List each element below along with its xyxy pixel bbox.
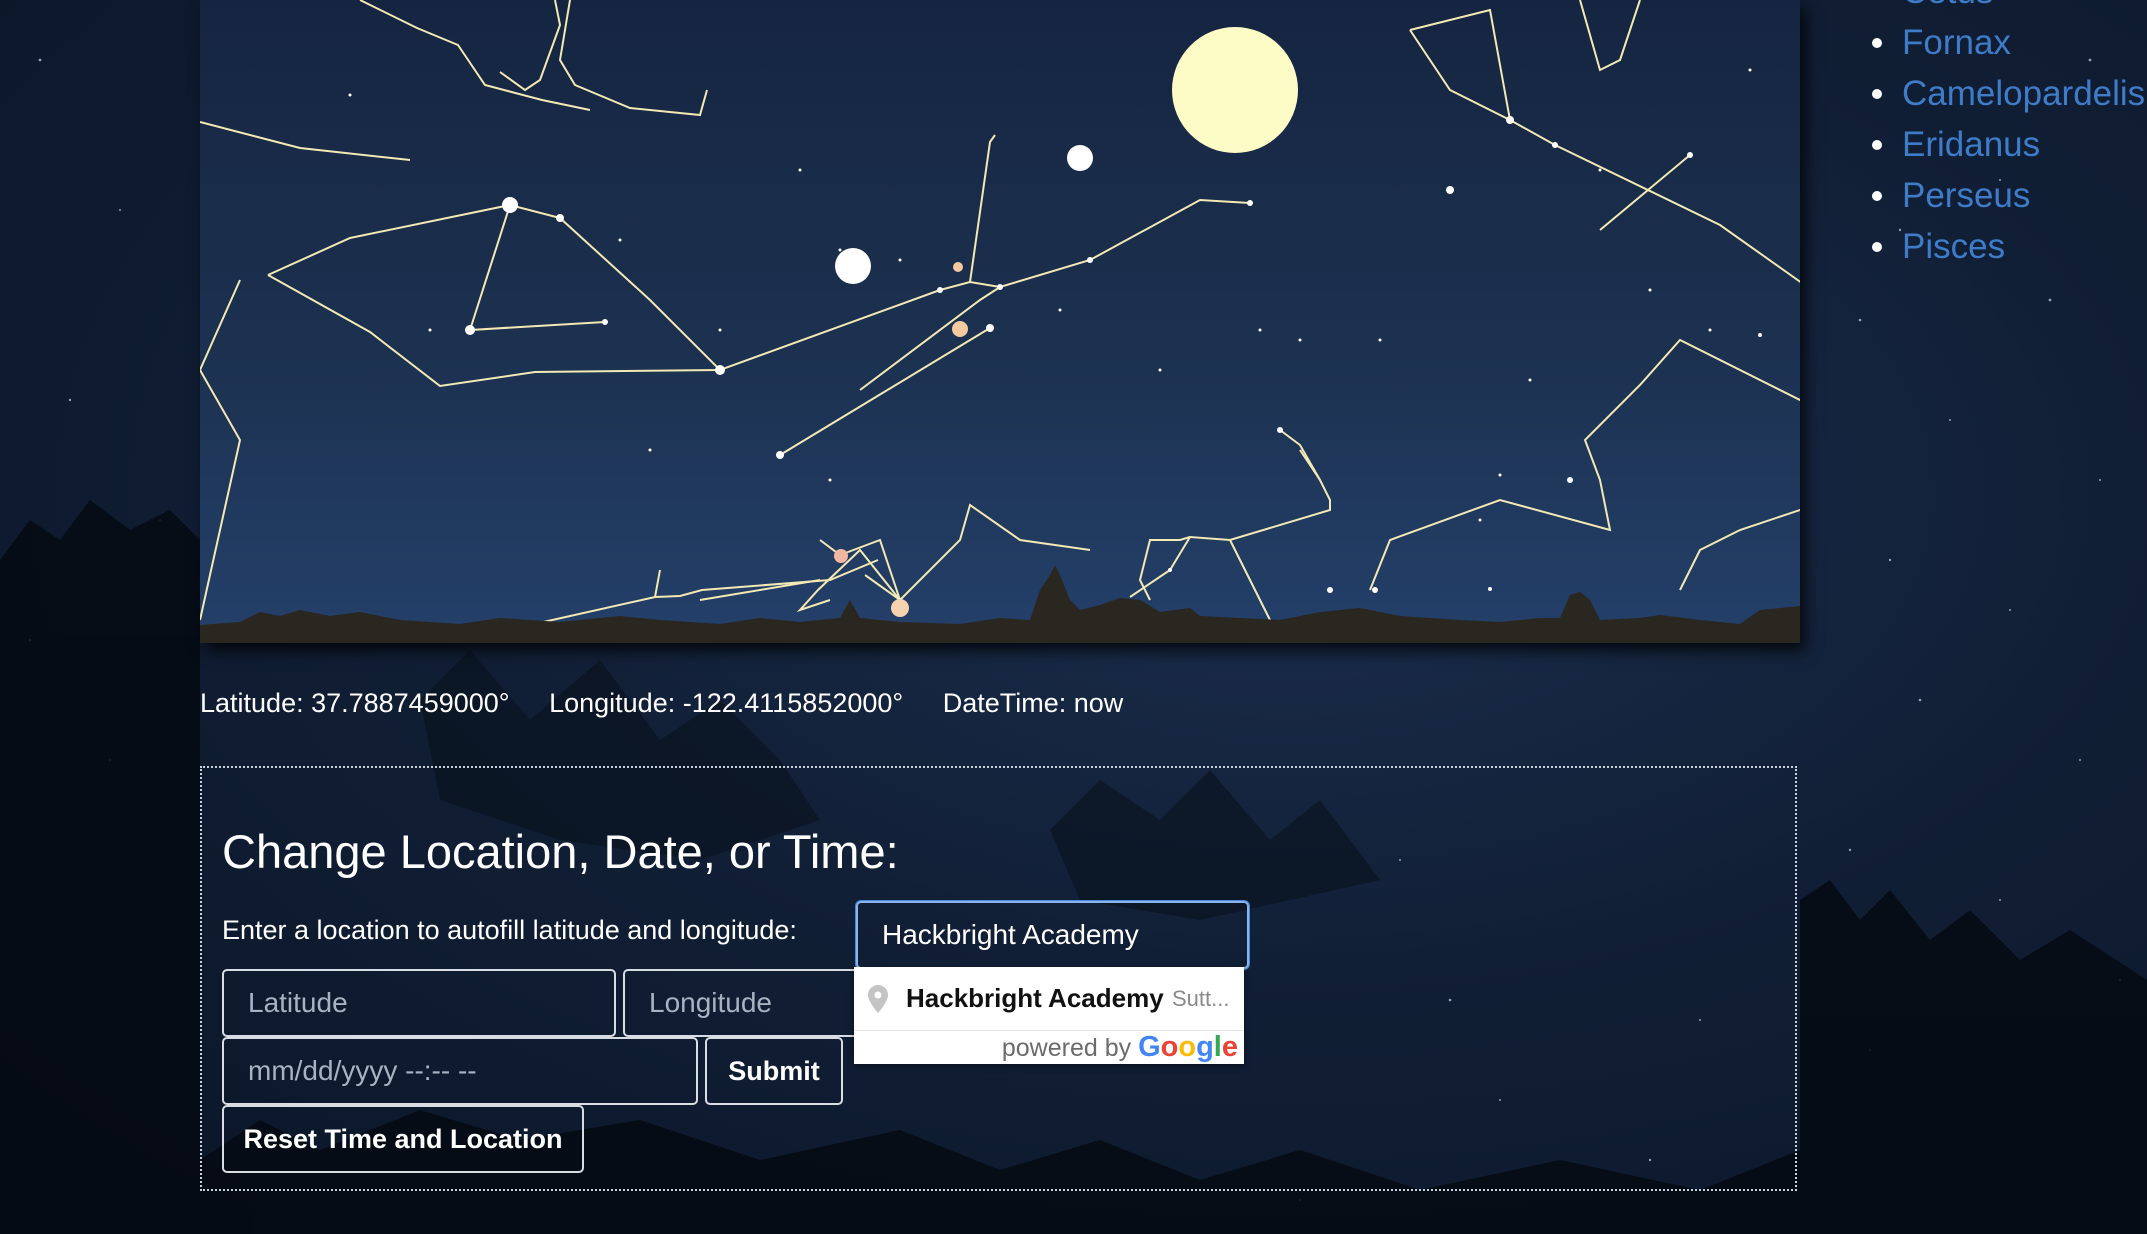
constellation-item[interactable]: Cetus	[1872, 0, 2145, 17]
constellation-item[interactable]: Eridanus	[1872, 119, 2145, 170]
planet-orange	[952, 321, 968, 337]
powered-by-label: powered by	[1001, 1034, 1132, 1062]
latitude-readout: Latitude: 37.7887459000°	[200, 688, 510, 718]
constellation-item[interactable]: Perseus	[1872, 170, 2145, 221]
constellation-link[interactable]: Camelopardelis	[1902, 74, 2145, 113]
planet-tan	[891, 599, 909, 617]
planet-red	[834, 549, 848, 563]
suggestion-main-text: Hackbright Academy	[906, 983, 1164, 1013]
planet-orange-small	[953, 262, 963, 272]
sky-map-canvas	[200, 0, 1800, 643]
suggestion-secondary-text: Sutt...	[1172, 986, 1230, 1011]
datetime-readout: DateTime: now	[942, 688, 1124, 718]
constellation-link[interactable]: Cetus	[1902, 0, 1993, 11]
planet-white-large	[1067, 145, 1093, 171]
latitude-input[interactable]	[222, 969, 616, 1037]
constellation-list: Cetus Fornax Camelopardelis Eridanus Per…	[1872, 0, 2145, 272]
constellation-lines	[200, 0, 1800, 626]
constellation-item[interactable]: Fornax	[1872, 17, 2145, 68]
location-label: Enter a location to autofill latitude an…	[222, 915, 797, 945]
google-logo: Google	[1138, 1031, 1238, 1063]
constellation-link[interactable]: Eridanus	[1902, 125, 2040, 164]
autocomplete-suggestion[interactable]: Hackbright Academy Sutt...	[854, 967, 1244, 1031]
constellation-link[interactable]: Pisces	[1902, 227, 2005, 266]
map-pin-icon	[868, 985, 888, 1013]
constellation-item[interactable]: Camelopardelis	[1872, 68, 2145, 119]
reset-time-location-button[interactable]: Reset Time and Location	[222, 1105, 584, 1173]
sky-map[interactable]	[200, 0, 1800, 643]
planet-white	[835, 248, 871, 284]
submit-button[interactable]: Submit	[705, 1037, 843, 1105]
form-title: Change Location, Date, or Time:	[222, 825, 899, 878]
constellation-link[interactable]: Fornax	[1902, 23, 2011, 62]
datetime-input[interactable]	[222, 1037, 698, 1105]
city-skyline	[200, 565, 1800, 643]
location-autocomplete-input[interactable]	[856, 901, 1249, 969]
autocomplete-dropdown: Hackbright Academy Sutt... powered by Go…	[854, 967, 1244, 1064]
moon	[1172, 27, 1298, 153]
constellation-link[interactable]: Perseus	[1902, 176, 2030, 215]
constellation-item[interactable]: Pisces	[1872, 221, 2145, 272]
coordinates-readout: Latitude: 37.7887459000° Longitude: -122…	[200, 688, 1155, 719]
longitude-readout: Longitude: -122.4115852000°	[549, 688, 904, 718]
powered-by-google: powered by Google	[1002, 1031, 1238, 1064]
